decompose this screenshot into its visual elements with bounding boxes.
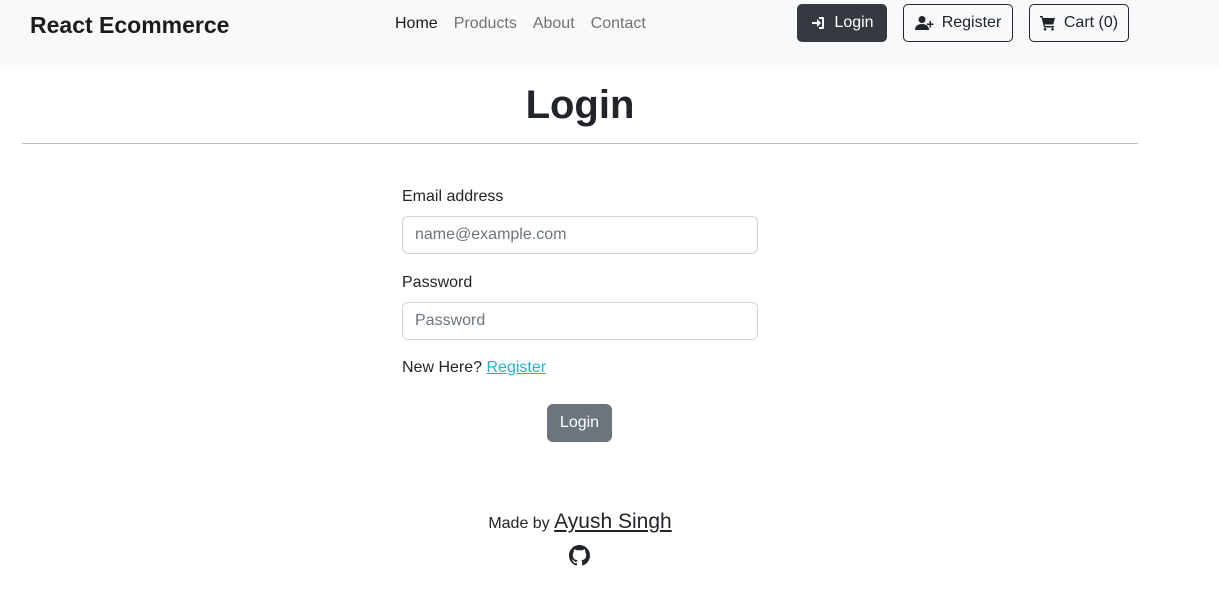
register-button[interactable]: Register bbox=[903, 4, 1013, 42]
nav-link-home[interactable]: Home bbox=[395, 13, 438, 35]
page-title: Login bbox=[525, 83, 635, 127]
cart-button-label: Cart (0) bbox=[1063, 14, 1119, 31]
email-input[interactable] bbox=[402, 216, 758, 254]
navbar: React Ecommerce Home Products About Cont… bbox=[0, 0, 1219, 67]
new-here-text: New Here? bbox=[402, 359, 483, 376]
brand-logo[interactable]: React Ecommerce bbox=[30, 10, 229, 40]
footer: Made by Ayush Singh bbox=[0, 508, 1160, 538]
sign-in-icon bbox=[810, 15, 826, 31]
cart-icon bbox=[1039, 15, 1056, 31]
author-link[interactable]: Ayush Singh bbox=[554, 510, 672, 533]
nav-link-about[interactable]: About bbox=[533, 13, 575, 35]
nav-links: Home Products About Contact bbox=[395, 13, 646, 35]
email-label: Email address bbox=[402, 188, 504, 205]
nav-link-products[interactable]: Products bbox=[454, 13, 517, 35]
password-label: Password bbox=[402, 274, 473, 291]
made-by-text: Made by bbox=[488, 515, 550, 532]
password-input[interactable] bbox=[402, 302, 758, 340]
login-submit-button[interactable]: Login bbox=[547, 404, 612, 442]
nav-link-contact[interactable]: Contact bbox=[591, 13, 646, 35]
cart-button[interactable]: Cart (0) bbox=[1029, 4, 1129, 42]
divider bbox=[22, 143, 1138, 144]
register-link[interactable]: Register bbox=[486, 359, 546, 376]
new-here-row: New Here? Register bbox=[402, 358, 546, 378]
github-icon[interactable] bbox=[569, 545, 590, 566]
login-button[interactable]: Login bbox=[797, 4, 887, 42]
login-button-label: Login bbox=[834, 14, 874, 31]
user-plus-icon bbox=[914, 15, 934, 31]
register-button-label: Register bbox=[941, 14, 1002, 31]
